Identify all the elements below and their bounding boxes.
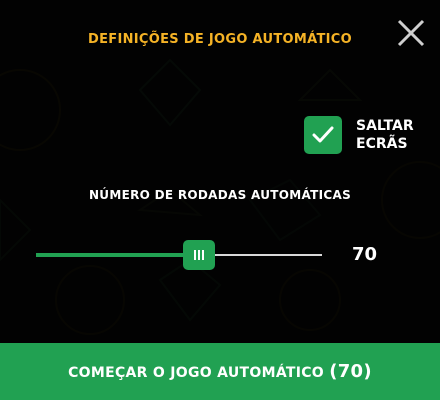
dialog-title: DEFINIÇÕES DE JOGO AUTOMÁTICO — [88, 32, 352, 47]
auto-spins-slider[interactable] — [36, 240, 322, 270]
grip-line — [194, 250, 196, 260]
slider-fill — [36, 253, 199, 257]
auto-spins-label: NÚMERO DE RODADAS AUTOMÁTICAS — [88, 188, 352, 202]
close-button[interactable] — [394, 16, 428, 50]
auto-play-dialog: DEFINIÇÕES DE JOGO AUTOMÁTICO SALTAR ECR… — [0, 0, 440, 400]
skip-screens-option: SALTAR ECRÃS — [304, 116, 434, 156]
slider-thumb[interactable] — [183, 240, 215, 270]
grip-line — [198, 250, 200, 260]
grip-line — [202, 250, 204, 260]
close-icon — [397, 19, 425, 47]
start-button-count: (70) — [329, 361, 372, 382]
start-button-label: COMEÇAR O JOGO AUTOMÁTICO — [68, 365, 325, 381]
start-auto-play-button[interactable]: COMEÇAR O JOGO AUTOMÁTICO (70) — [0, 343, 440, 400]
auto-spins-value: 70 — [352, 244, 378, 265]
checkmark-icon — [312, 126, 334, 143]
skip-screens-label: SALTAR ECRÃS — [356, 118, 414, 152]
skip-screens-checkbox[interactable] — [304, 116, 342, 154]
